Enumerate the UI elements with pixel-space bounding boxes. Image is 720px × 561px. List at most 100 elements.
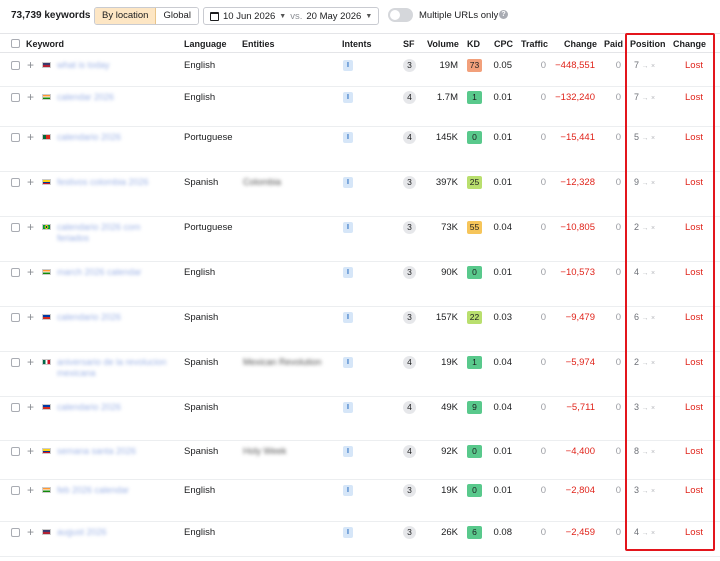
no-position-icon: × [651,225,656,232]
global-button[interactable]: Global [156,8,198,24]
sf-badge[interactable]: 3 [403,526,416,539]
row-checkbox[interactable] [11,61,20,70]
intent-badge[interactable]: I [343,357,353,368]
col-keyword[interactable]: Keyword [26,39,64,49]
sf-badge[interactable]: 4 [403,445,416,458]
keyword-link[interactable]: march 2026 calendar [57,267,175,278]
add-icon[interactable]: + [27,401,34,413]
col-kd[interactable]: KD [467,39,480,49]
keyword-link[interactable]: august 2026 [57,527,175,538]
row-checkbox[interactable] [11,528,20,537]
col-sf[interactable]: SF [403,39,415,49]
sf-badge[interactable]: 4 [403,401,416,414]
sf-badge[interactable]: 3 [403,221,416,234]
add-icon[interactable]: + [27,266,34,278]
no-position-icon: × [651,449,656,456]
col-position-change[interactable]: Change [673,39,706,49]
traffic-cell: 0 [540,446,546,457]
add-icon[interactable]: + [27,484,34,496]
keyword-link[interactable]: what is today [57,60,175,71]
kd-badge: 1 [467,356,482,369]
row-checkbox[interactable] [11,133,20,142]
sf-badge[interactable]: 3 [403,176,416,189]
keyword-link[interactable]: calendario 2026 [57,312,175,323]
keyword-link[interactable]: calendario 2026 [57,402,175,413]
multiple-urls-toggle[interactable] [388,8,413,22]
row-checkbox[interactable] [11,403,20,412]
add-icon[interactable]: + [27,221,34,233]
add-icon[interactable]: + [27,526,34,538]
keyword-link[interactable]: calendario 2026 com feriados [57,222,175,244]
sf-badge[interactable]: 4 [403,131,416,144]
sf-badge[interactable]: 4 [403,356,416,369]
col-language[interactable]: Language [184,39,227,49]
arrow-right-icon: → [641,180,649,187]
vs-label: vs. [290,10,303,22]
flag-icon-mx [42,359,51,365]
intent-badge[interactable]: I [343,446,353,457]
help-icon[interactable]: ? [499,10,508,19]
flag-icon-in [42,487,51,493]
position-cell: 7 → × [634,60,655,70]
col-position[interactable]: Position [630,39,666,49]
intent-badge[interactable]: I [343,222,353,233]
col-paid[interactable]: Paid [604,39,623,49]
kd-badge: 25 [467,176,482,189]
sf-badge[interactable]: 3 [403,311,416,324]
add-icon[interactable]: + [27,131,34,143]
arrow-right-icon: → [641,63,649,70]
add-icon[interactable]: + [27,91,34,103]
intent-badge[interactable]: I [343,132,353,143]
row-checkbox[interactable] [11,358,20,367]
row-checkbox[interactable] [11,223,20,232]
intent-badge[interactable]: I [343,60,353,71]
sf-badge[interactable]: 4 [403,91,416,104]
keyword-link[interactable]: semana santa 2026 [57,446,175,457]
keyword-link[interactable]: aniversario de la revolucion mexicana [57,357,175,379]
intent-badge[interactable]: I [343,527,353,538]
sf-badge[interactable]: 3 [403,59,416,72]
sf-badge[interactable]: 3 [403,266,416,279]
row-checkbox[interactable] [11,178,20,187]
toolbar: 73,739 keywords By location Global 10 Ju… [0,0,720,32]
row-checkbox[interactable] [11,486,20,495]
col-traffic[interactable]: Traffic [521,39,548,49]
col-volume[interactable]: Volume [427,39,459,49]
intent-badge[interactable]: I [343,267,353,278]
intent-badge[interactable]: I [343,485,353,496]
traffic-change-cell: −12,328 [560,177,595,188]
col-intents[interactable]: Intents [342,39,372,49]
flag-icon-in [42,94,51,100]
keyword-link[interactable]: festivos colombia 2026 [57,177,175,188]
add-icon[interactable]: + [27,59,34,71]
add-icon[interactable]: + [27,311,34,323]
table-row: + semana santa 2026 Spanish Holy Week I 4 92K 0… [0,441,720,480]
col-cpc[interactable]: CPC [494,39,513,49]
col-entities[interactable]: Entities [242,39,275,49]
table-row: + calendario 2026 com feriados Portuguese I… [0,217,720,262]
sf-badge[interactable]: 3 [403,484,416,497]
intent-badge[interactable]: I [343,92,353,103]
row-checkbox[interactable] [11,313,20,322]
position-value: 6 [634,312,640,322]
keyword-link[interactable]: calendar 2026 [57,92,175,103]
keyword-link[interactable]: feb 2026 calendar [57,485,175,496]
intent-badge[interactable]: I [343,312,353,323]
add-icon[interactable]: + [27,445,34,457]
traffic-change-cell: −132,240 [555,92,595,103]
row-checkbox[interactable] [11,447,20,456]
intent-badge[interactable]: I [343,402,353,413]
add-icon[interactable]: + [27,176,34,188]
intent-badge[interactable]: I [343,177,353,188]
by-location-button[interactable]: By location [95,8,157,24]
add-icon[interactable]: + [27,356,34,368]
status-lost: Lost [685,132,703,143]
col-change[interactable]: Change [564,39,597,49]
cpc-cell: 0.04 [493,402,513,413]
date-range-picker[interactable]: 10 Jun 2026 ▼ vs. 20 May 2026 ▼ [203,7,380,25]
keyword-link[interactable]: calendario 2026 [57,132,175,143]
row-checkbox[interactable] [11,268,20,277]
position-cell: 3 → × [634,485,655,495]
select-all-checkbox[interactable] [11,39,20,48]
row-checkbox[interactable] [11,93,20,102]
